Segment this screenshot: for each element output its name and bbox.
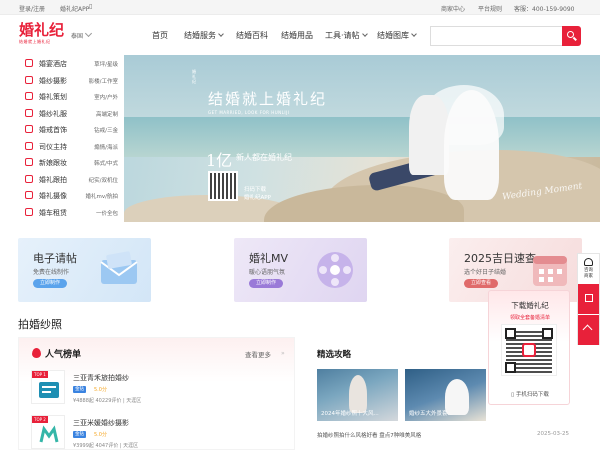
hero-users-text: 新人都在婚礼纪 [236, 153, 292, 162]
service-phone: 客服：400-159-9090 [514, 6, 575, 13]
qr-icon [585, 294, 593, 302]
category-item[interactable]: 婚纱摄影 影楼/工作室 [18, 72, 124, 89]
hero-banner[interactable]: 婚礼纪 结婚就上婚礼纪 GET MARRIED, LOOK FOR HUNLIJ… [124, 55, 600, 222]
view-more-link[interactable]: 查看更多 [245, 349, 271, 359]
rating-stars: 5.0分 [94, 432, 107, 438]
back-to-top-button[interactable] [578, 315, 599, 345]
login-link[interactable]: 登录/注册 [19, 4, 45, 13]
category-item[interactable]: 新娘跟妆 韩式/中式 [18, 154, 124, 171]
ranking-title: 人气榜单 [45, 350, 82, 360]
download-footer: ▯ 手机扫码下载 [511, 392, 549, 398]
shop-logo [39, 425, 59, 443]
film-reel-icon [317, 252, 353, 288]
category-item[interactable]: 婚礼跟拍 纪实/双机位 [18, 171, 124, 188]
ring-icon [25, 125, 33, 133]
download-app-popup: 下载婚礼纪 领取全套备婚清单 ▯ 手机扫码下载 [488, 290, 570, 405]
ranking-shop-item[interactable]: TOP 2 三亚米媛婚纱摄影 金钻 5.0分 ¥3999起 4047评价 | 天… [31, 415, 291, 450]
hero-slogan: 结婚就上婚礼纪 [208, 90, 328, 108]
consult-merchant-button[interactable]: 咨询 商家 [578, 254, 599, 284]
shop-thumbnail: TOP 2 [31, 415, 65, 449]
download-subtitle: 领取全套备婚清单 [509, 315, 550, 321]
strategy-image[interactable]: 婚纱五大外景套... [405, 369, 486, 421]
diamond-badge: 金钻 [73, 431, 86, 438]
wedding-mv-card[interactable]: 婚礼MV 暖心语朋气氛 立即制作 [234, 238, 367, 302]
nav-wedding-supplies[interactable]: 结婚用品 [281, 30, 313, 41]
chevron-down-icon [411, 31, 417, 37]
floating-toolbar: 咨询 商家 [577, 253, 600, 345]
download-title: 下载婚礼纪 [511, 301, 549, 310]
app-link[interactable]: 婚礼纪APP [60, 4, 89, 13]
mic-icon [25, 141, 33, 150]
rating-stars: 5.0分 [94, 387, 107, 393]
strategy-image[interactable]: 2024年婚纱照十大风... [317, 369, 398, 421]
video-icon [25, 191, 33, 199]
flame-icon [32, 348, 41, 358]
category-item[interactable]: 婚纱礼服 高端定制 [18, 105, 124, 122]
top-utility-bar: 登录/注册 婚礼纪APP ▯ 商家中心 平台规则 客服：400-159-9090 [0, 0, 600, 15]
hero-slogan-en: GET MARRIED, LOOK FOR HUNLIJI [208, 110, 290, 115]
makeup-icon [25, 158, 33, 166]
envelope-icon [100, 251, 138, 284]
merchant-center-link[interactable]: 商家中心 [441, 4, 465, 13]
camera-icon [25, 75, 33, 84]
planning-icon [25, 92, 33, 100]
search-input[interactable] [430, 26, 562, 46]
chevron-down-icon [84, 29, 93, 38]
city-selector[interactable]: 泰国 [71, 29, 93, 40]
nav-wedding-encyclopedia[interactable]: 结婚百科 [236, 30, 268, 41]
section-title: 拍婚纱照 [18, 318, 62, 331]
download-qr-code [501, 324, 557, 376]
arrow-up-icon [582, 324, 593, 335]
category-item[interactable]: 婚车租赁 一价全包 [18, 204, 124, 221]
hotel-icon [25, 59, 33, 67]
hero-qr-text: 扫码下载 婚礼纪APP [244, 187, 271, 201]
nav-wedding-services[interactable]: 结婚服务 [184, 30, 224, 41]
phone-icon: ▯ [89, 3, 93, 10]
diamond-badge: 金钻 [73, 386, 86, 393]
make-invitation-button[interactable]: 立即制作 [33, 279, 68, 288]
headset-icon [584, 258, 593, 266]
search-button[interactable] [562, 26, 581, 46]
category-item[interactable]: 司仪主持 煽情/海派 [18, 138, 124, 155]
hero-qr-code [208, 171, 238, 201]
strategy-article-date: 2025-03-25 [537, 431, 569, 437]
shop-thumbnail: TOP 1 [31, 370, 65, 404]
make-mv-button[interactable]: 立即制作 [249, 279, 284, 288]
qr-float-button[interactable] [578, 284, 599, 314]
shop-logo [39, 382, 59, 398]
category-item[interactable]: 婚礼策划 室内/户外 [18, 88, 124, 105]
platform-rules-link[interactable]: 平台规则 [478, 4, 502, 13]
hero-users-count: 1亿 [206, 151, 233, 170]
nav-tools-invitations[interactable]: 工具·请帖 [325, 30, 368, 41]
ranking-shop-item[interactable]: TOP 1 三亚青禾旅拍婚纱 金钻 5.0分 ¥4888起 40229评价 | … [31, 370, 291, 408]
nav-wedding-gallery[interactable]: 结婚图库 [377, 30, 417, 41]
double-chevron-right-icon: » [281, 350, 285, 357]
calendar-icon [533, 256, 567, 286]
category-item[interactable]: 婚戒首饰 钻戒/三金 [18, 121, 124, 138]
category-item[interactable]: 婚宴酒店 草坪/星级 [18, 55, 124, 72]
chevron-down-icon [218, 31, 224, 37]
dress-icon [25, 108, 33, 117]
car-icon [25, 207, 33, 216]
strategy-title: 精选攻略 [317, 350, 352, 360]
check-date-button[interactable]: 立即查看 [464, 279, 499, 288]
hero-vertical-text: 婚礼纪 [192, 69, 196, 84]
popular-ranking-panel: 人气榜单 查看更多 » TOP 1 三亚青禾旅拍婚纱 金钻 5.0分 ¥4888… [18, 337, 295, 450]
photo-icon [25, 174, 33, 183]
category-menu: 婚宴酒店 草坪/星级 婚纱摄影 影楼/工作室 婚礼策划 室内/户外 婚纱礼服 高… [18, 55, 124, 222]
strategy-article-link[interactable]: 拍婚纱照拍什么风格好看 盘点7种唯美风格 [317, 431, 421, 439]
category-item[interactable]: 婚礼摄像 婚礼mv/航拍 [18, 187, 124, 204]
main-header: 婚礼纪 结婚就上婚礼纪 泰国 首页 结婚服务 结婚百科 结婚用品 工具·请帖 结… [0, 16, 600, 54]
e-invitation-card[interactable]: 电子请帖 免费在线制作 立即制作 [18, 238, 151, 302]
nav-home[interactable]: 首页 [152, 30, 168, 41]
chevron-down-icon [361, 31, 368, 37]
site-logo[interactable]: 婚礼纪 结婚就上婚礼纪 [19, 22, 64, 48]
